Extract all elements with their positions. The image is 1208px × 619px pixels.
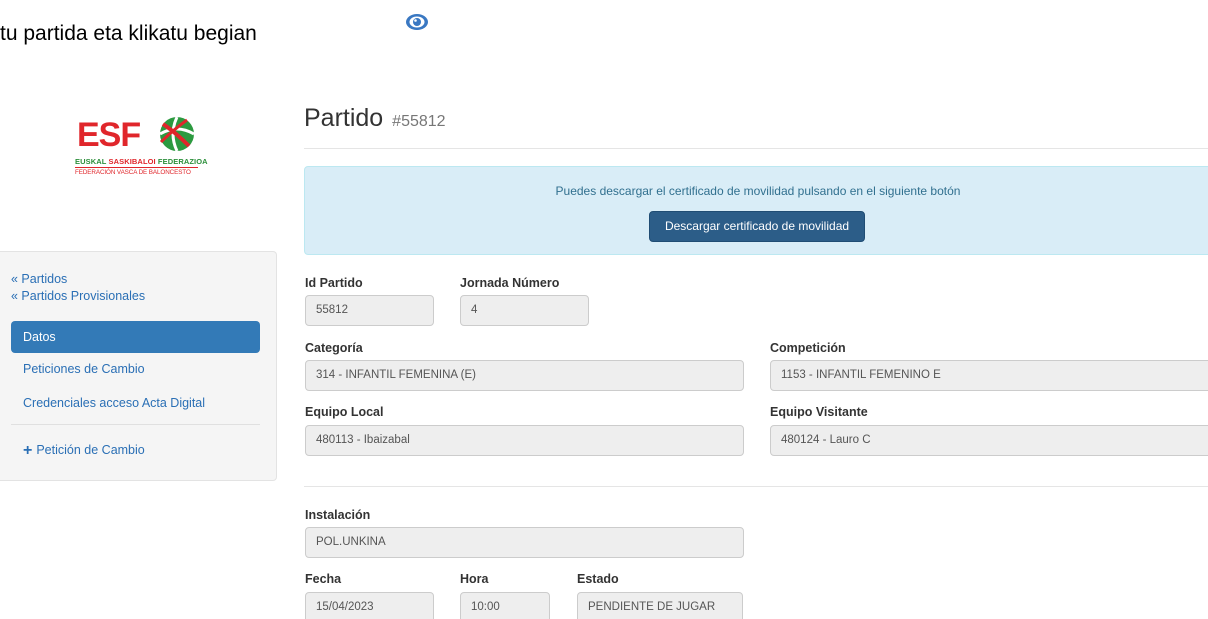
alert-text: Puedes descargar el certificado de movil… <box>555 184 961 198</box>
equipo-visitante-label: Equipo Visitante <box>770 405 868 419</box>
nav-item-credenciales-acta-digital[interactable]: Credenciales acceso Acta Digital <box>23 396 205 410</box>
page-title: Partido #55812 <box>304 104 446 133</box>
section-divider <box>304 486 1208 487</box>
equipo-local-label: Equipo Local <box>305 405 384 419</box>
categoria-field: 314 - INFANTIL FEMENINA (E) <box>305 360 744 391</box>
back-link-partidos[interactable]: « Partidos <box>11 272 67 286</box>
categoria-label: Categoría <box>305 341 363 355</box>
sidebar-divider <box>11 424 260 425</box>
logo-line1: EUSKAL SASKIBALOI FEDERAZIOA <box>75 157 208 166</box>
nav-item-peticiones-de-cambio[interactable]: Peticiones de Cambio <box>23 362 145 376</box>
instruction-text: tu partida eta klikatu begian <box>0 22 257 45</box>
hora-field: 10:00 <box>460 592 550 619</box>
estado-label: Estado <box>577 572 619 586</box>
hora-label: Hora <box>460 572 489 586</box>
nav-item-datos[interactable]: Datos <box>11 321 260 353</box>
back-link-partidos-provisionales[interactable]: « Partidos Provisionales <box>11 289 145 303</box>
new-change-request-link[interactable]: + Petición de Cambio <box>23 442 145 460</box>
fecha-label: Fecha <box>305 572 342 586</box>
id-partido-label: Id Partido <box>305 276 363 290</box>
eye-icon <box>406 14 428 30</box>
match-id-subtitle: #55812 <box>392 113 446 130</box>
fecha-field: 15/04/2023 <box>305 592 434 619</box>
page: tu partida eta klikatu begian ESF EUSKAL… <box>0 0 1208 619</box>
esf-logo: ESF EUSKAL SASKIBALOI FEDERAZIOA FEDERAC… <box>73 112 208 182</box>
equipo-local-field: 480113 - Ibaizabal <box>305 425 744 456</box>
competicion-label: Competición <box>770 341 846 355</box>
page-title-text: Partido <box>304 104 384 132</box>
sidebar: « Partidos « Partidos Provisionales Dato… <box>0 251 277 481</box>
equipo-visitante-field: 480124 - Lauro C <box>770 425 1208 456</box>
estado-field: PENDIENTE DE JUGAR <box>577 592 743 619</box>
download-certificate-button[interactable]: Descargar certificado de movilidad <box>649 211 865 242</box>
logo-rule <box>75 167 198 168</box>
logo-line2: FEDERACIÓN VASCA DE BALONCESTO <box>75 169 191 176</box>
id-partido-field: 55812 <box>305 295 434 326</box>
new-change-request-label: Petición de Cambio <box>36 443 145 457</box>
plus-icon: + <box>23 442 33 459</box>
basketball-icon <box>159 116 195 152</box>
competicion-field: 1153 - INFANTIL FEMENINO E <box>770 360 1208 391</box>
instalacion-field: POL.UNKINA <box>305 527 744 558</box>
instalacion-label: Instalación <box>305 508 371 522</box>
logo-abbr: ESF <box>77 116 141 154</box>
title-divider <box>304 148 1208 149</box>
mobility-alert: Puedes descargar el certificado de movil… <box>304 166 1208 255</box>
jornada-label: Jornada Número <box>460 276 560 290</box>
jornada-field: 4 <box>460 295 589 326</box>
